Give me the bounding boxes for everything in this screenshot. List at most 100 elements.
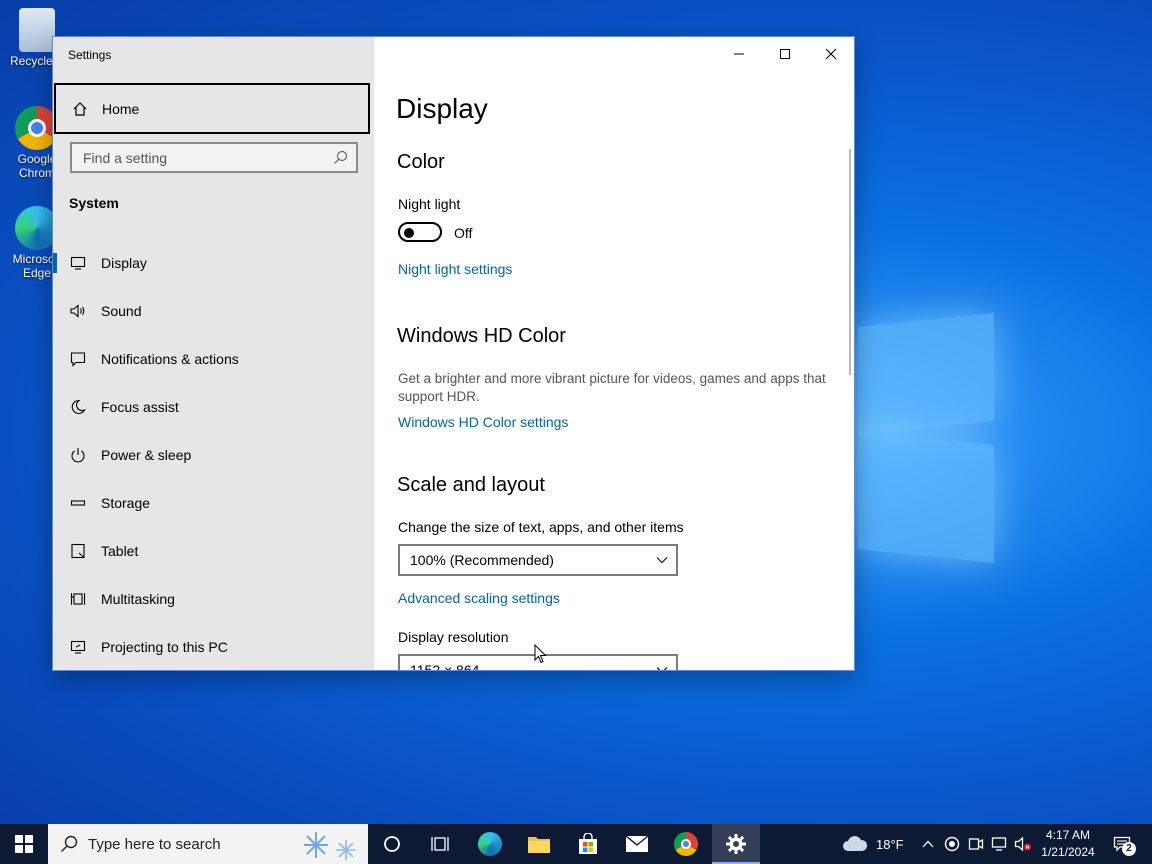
network-icon: [991, 837, 1007, 851]
taskbar-mail-button[interactable]: [613, 824, 661, 864]
sidebar-item-tablet[interactable]: Tablet: [53, 527, 374, 575]
windows-start-icon: [15, 835, 33, 853]
maximize-icon: [780, 49, 790, 59]
mail-icon: [625, 835, 649, 852]
sidebar-item-label: Storage: [101, 495, 151, 511]
camera-icon: [968, 838, 984, 850]
advanced-scaling-link[interactable]: Advanced scaling settings: [398, 590, 560, 606]
scale-heading: Scale and layout: [397, 474, 545, 496]
task-view-button[interactable]: [416, 824, 464, 864]
notification-count-badge: 2: [1122, 842, 1136, 856]
edge-icon: [478, 832, 502, 856]
tray-record-button[interactable]: [942, 824, 962, 864]
home-icon: [73, 101, 87, 116]
projecting-icon: [69, 638, 87, 656]
chevron-down-icon: [656, 667, 668, 670]
minimize-icon: [734, 53, 744, 55]
resolution-dropdown-value: 1152 × 864: [410, 662, 480, 670]
sidebar-item-notifications[interactable]: Notifications & actions: [53, 335, 374, 383]
cortana-icon: [384, 836, 400, 852]
chrome-icon: [674, 832, 698, 856]
hdr-settings-link[interactable]: Windows HD Color settings: [398, 414, 568, 430]
scale-dropdown-value: 100% (Recommended): [410, 552, 554, 568]
taskbar-search-box[interactable]: Type here to search: [48, 824, 368, 864]
resolution-label: Display resolution: [398, 629, 509, 645]
folder-icon: [528, 837, 550, 853]
snowflake-icon: [304, 832, 356, 860]
task-view-icon: [431, 837, 449, 851]
search-input[interactable]: [81, 148, 325, 167]
weather-widget[interactable]: 18°F: [842, 824, 904, 864]
multitasking-icon: [69, 590, 87, 608]
action-center-button[interactable]: 2: [1108, 824, 1136, 864]
hdr-heading: Windows HD Color: [397, 325, 566, 347]
taskbar-edge-button[interactable]: [466, 824, 514, 864]
cortana-button[interactable]: [368, 824, 416, 864]
taskbar: Type here to search 18°F 4:17 AM 1/21/20…: [0, 824, 1152, 864]
taskbar-chrome-button[interactable]: [662, 824, 710, 864]
mouse-cursor-icon: [534, 644, 547, 664]
sidebar-item-label: Notifications & actions: [101, 351, 239, 367]
close-button[interactable]: [808, 37, 854, 71]
moon-icon: [69, 398, 87, 416]
home-label: Home: [102, 100, 140, 117]
power-icon: [69, 446, 87, 464]
sidebar-item-power-sleep[interactable]: Power & sleep: [53, 431, 374, 479]
sidebar-item-multitasking[interactable]: Multitasking: [53, 575, 374, 623]
minimize-button[interactable]: [716, 37, 762, 71]
system-nav: Display Sound Notifications & actions Fo…: [53, 239, 374, 670]
sidebar-item-focus-assist[interactable]: Focus assist: [53, 383, 374, 431]
volume-muted-icon: [1014, 836, 1031, 852]
tray-camera-button[interactable]: [966, 824, 986, 864]
taskbar-clock[interactable]: 4:17 AM 1/21/2024: [1036, 827, 1100, 861]
show-hidden-icons-button[interactable]: [918, 824, 938, 864]
hdr-description: Get a brighter and more vibrant picture …: [398, 371, 826, 404]
clock-time: 4:17 AM: [1045, 828, 1091, 842]
night-light-toggle[interactable]: [398, 222, 442, 242]
taskbar-store-button[interactable]: [564, 824, 612, 864]
sidebar-item-sound[interactable]: Sound: [53, 287, 374, 335]
night-light-settings-link[interactable]: Night light settings: [398, 261, 512, 277]
sidebar-item-label: Power & sleep: [101, 447, 192, 463]
settings-content: Display Color Night light Off Night ligh…: [374, 37, 854, 670]
scale-dropdown[interactable]: 100% (Recommended): [398, 544, 678, 576]
storage-icon: [69, 494, 87, 512]
night-light-state: Off: [454, 225, 473, 241]
taskbar-settings-button[interactable]: [712, 824, 760, 864]
recycle-bin-icon: [19, 8, 55, 52]
record-icon: [944, 836, 960, 852]
gear-icon: [726, 834, 746, 854]
settings-window: Settings Home System Display Sound Notif…: [53, 37, 854, 670]
settings-sidebar: Settings Home System Display Sound Notif…: [53, 37, 374, 670]
sidebar-item-label: Tablet: [101, 543, 139, 559]
taskbar-file-explorer-button[interactable]: [515, 824, 563, 864]
sidebar-item-projecting[interactable]: Projecting to this PC: [53, 623, 374, 670]
sidebar-item-storage[interactable]: Storage: [53, 479, 374, 527]
sidebar-item-label: Multitasking: [101, 591, 175, 607]
weather-temp: 18°F: [876, 836, 904, 852]
find-setting-search[interactable]: [70, 142, 358, 173]
window-title: Settings: [68, 48, 112, 62]
store-icon: [579, 833, 597, 854]
chevron-up-icon: [922, 840, 934, 848]
search-icon: [334, 150, 348, 164]
tray-volume-button[interactable]: [1013, 824, 1033, 864]
size-label: Change the size of text, apps, and other…: [398, 519, 684, 535]
sidebar-item-display[interactable]: Display: [53, 239, 374, 287]
sidebar-item-label: Sound: [101, 303, 142, 319]
cloud-icon: [843, 836, 868, 851]
home-button[interactable]: Home: [54, 83, 370, 134]
page-title: Display: [396, 93, 488, 124]
scrollbar[interactable]: [849, 149, 851, 375]
tray-network-button[interactable]: [990, 824, 1010, 864]
taskbar-search-placeholder: Type here to search: [88, 835, 221, 853]
night-light-label: Night light: [398, 196, 461, 212]
notification-icon: [69, 350, 87, 368]
sidebar-item-label: Display: [101, 255, 147, 271]
color-heading: Color: [397, 151, 445, 173]
monitor-icon: [69, 254, 87, 272]
maximize-button[interactable]: [762, 37, 808, 71]
start-button[interactable]: [0, 824, 48, 864]
speaker-icon: [69, 302, 87, 320]
close-icon: [825, 48, 837, 60]
